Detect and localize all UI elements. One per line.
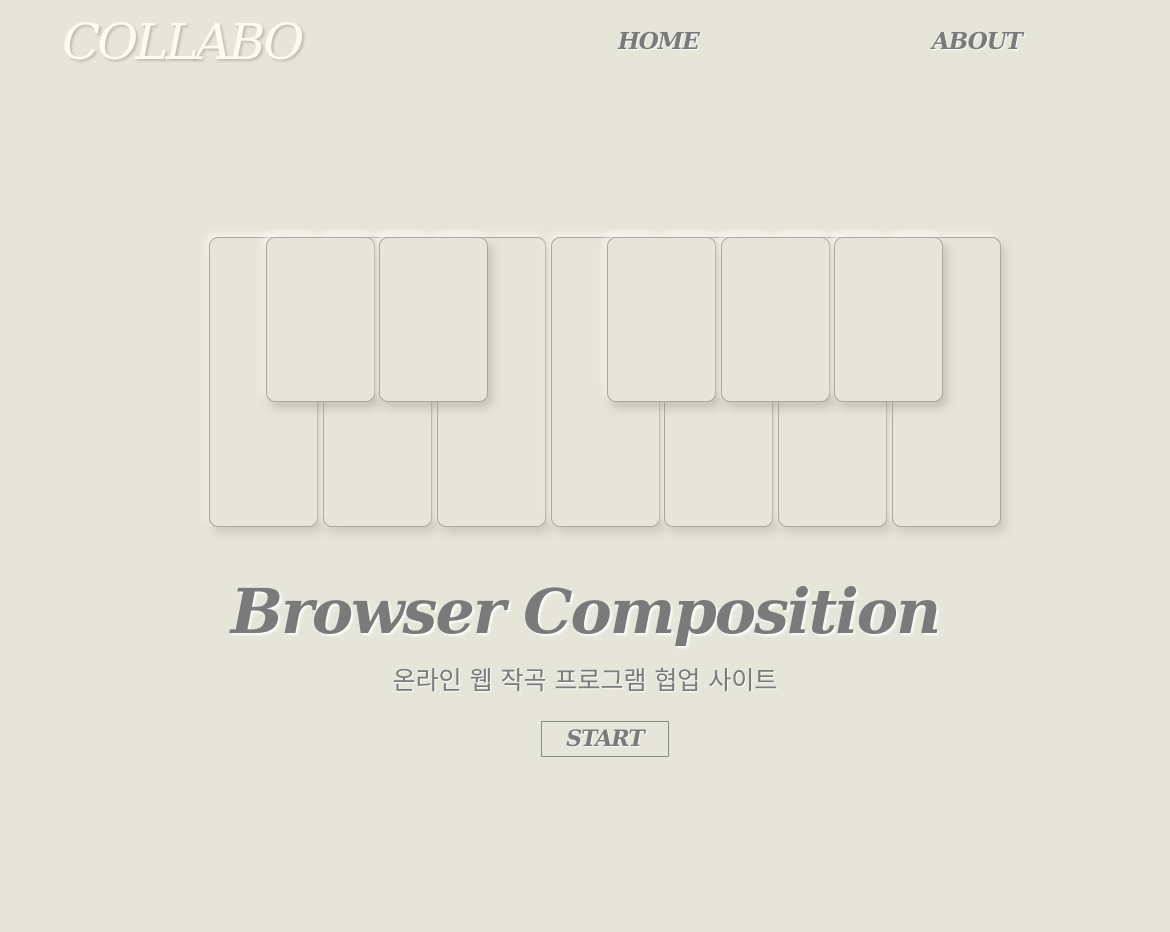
piano-black-key[interactable] [721, 237, 830, 402]
hero-title: Browser Composition [230, 575, 941, 648]
logo[interactable]: COLLABO [62, 12, 304, 72]
piano-black-key[interactable] [379, 237, 488, 402]
hero-subtitle: 온라인 웹 작곡 프로그램 협업 사이트 [392, 666, 778, 695]
nav-about-link[interactable]: ABOUT [932, 26, 1023, 58]
nav-home-link[interactable]: HOME [618, 26, 700, 58]
start-button[interactable]: START [541, 721, 669, 757]
piano-black-key[interactable] [266, 237, 375, 402]
piano-black-key[interactable] [607, 237, 716, 402]
piano-keyboard [209, 237, 1001, 527]
piano-black-key[interactable] [834, 237, 943, 402]
